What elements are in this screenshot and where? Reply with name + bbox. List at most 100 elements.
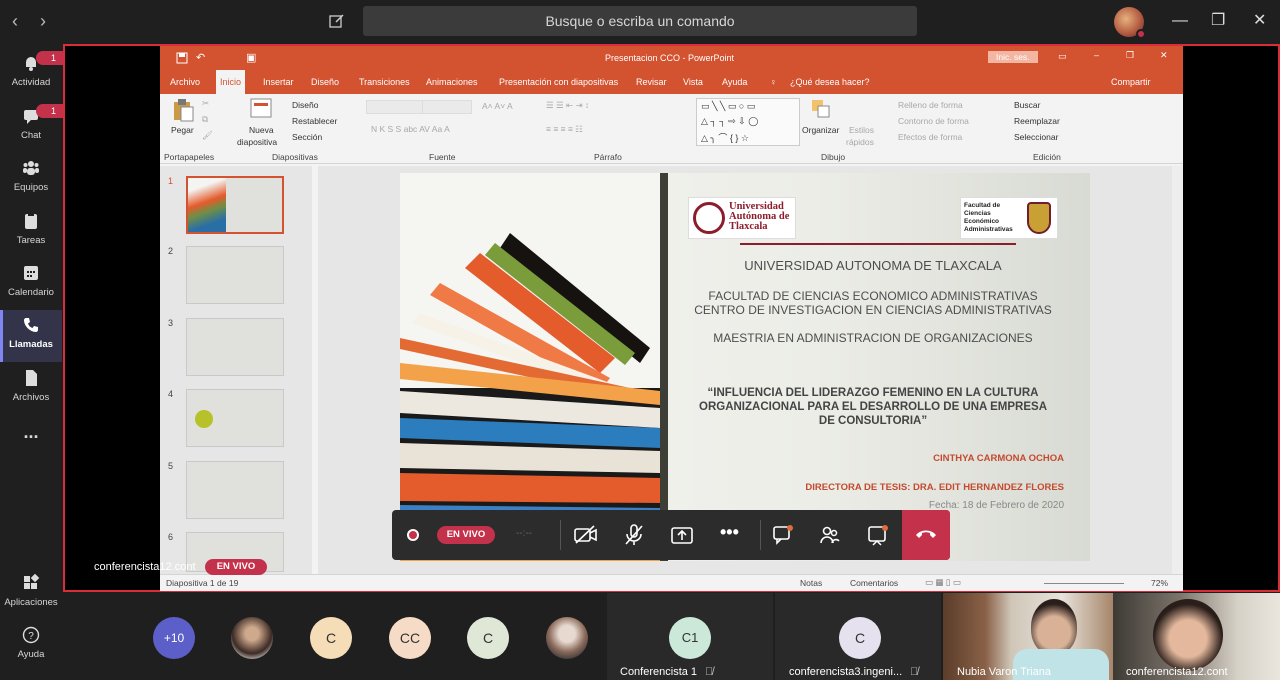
sign-in-button[interactable]: Inic. ses. [988, 51, 1038, 63]
record-button[interactable] [392, 510, 440, 560]
present-icon[interactable]: ▣ [246, 51, 256, 64]
slide-thumbnail[interactable] [186, 246, 284, 304]
ppt-minimize-icon[interactable]: – [1094, 50, 1099, 60]
compose-icon[interactable] [328, 12, 346, 30]
hang-up-button[interactable] [902, 510, 950, 560]
comments-button[interactable]: Comentarios [850, 578, 898, 588]
ppt-restore-icon[interactable]: ❐ [1126, 50, 1134, 61]
select-button[interactable]: Seleccionar [1014, 132, 1058, 142]
participant-avatar[interactable]: CC [389, 617, 431, 659]
rail-item-tareas[interactable]: Tareas [0, 206, 62, 258]
slide-thumbnail[interactable] [186, 389, 284, 447]
shape-effects-button[interactable]: Efectos de forma [898, 132, 962, 142]
participants-button[interactable] [806, 510, 854, 560]
arrange-label[interactable]: Organizar [802, 125, 839, 135]
ppt-close-icon[interactable]: ✕ [1160, 50, 1168, 61]
tab-animaciones[interactable]: Animaciones [426, 70, 478, 94]
tell-me-input[interactable]: ¿Qué desea hacer? [790, 70, 870, 94]
tab-diseno[interactable]: Diseño [311, 70, 339, 94]
rail-item-ayuda[interactable]: ? Ayuda [0, 620, 62, 672]
camera-off-icon [574, 525, 597, 544]
reset-button[interactable]: Restablecer [292, 116, 337, 126]
breakout-button[interactable] [854, 510, 902, 560]
paste-icon[interactable] [172, 98, 194, 122]
close-icon[interactable]: ✕ [1253, 12, 1266, 30]
shape-outline-button[interactable]: Contorno de forma [898, 116, 969, 126]
new-slide-label-1[interactable]: Nueva [249, 125, 274, 135]
back-icon[interactable]: ‹ [12, 12, 18, 30]
participant-avatar[interactable]: C [310, 617, 352, 659]
replace-button[interactable]: Reemplazar [1014, 116, 1060, 126]
zoom-level[interactable]: 72% [1151, 578, 1168, 588]
participant-avatar[interactable] [231, 617, 273, 659]
chat-button[interactable] [758, 510, 806, 560]
cut-icon[interactable]: ✂ [202, 98, 209, 109]
tab-vista[interactable]: Vista [683, 70, 703, 94]
quick-styles-label-1[interactable]: Estilos [849, 125, 874, 135]
participant-video-tile[interactable]: Nubia Varon Triana [943, 593, 1113, 680]
save-icon[interactable] [176, 52, 188, 64]
more-participants-button[interactable]: +10 [153, 617, 195, 659]
restore-icon[interactable]: ❐ [1211, 12, 1225, 30]
more-apps-icon[interactable]: ... [0, 422, 62, 474]
align-icon[interactable]: ≡ ≡ ≡ ≡ ☷ [546, 124, 583, 135]
tab-inicio[interactable]: Inicio [216, 70, 246, 94]
share-button[interactable]: Compartir [1111, 70, 1151, 94]
slide-thumbnail[interactable] [186, 461, 284, 519]
tab-revisar[interactable]: Revisar [636, 70, 667, 94]
rail-item-calendario[interactable]: Calendario [0, 258, 62, 310]
forward-icon[interactable]: › [40, 12, 46, 30]
participant-tile[interactable]: C conferencista3.ingeni... 🎙̸ [775, 593, 941, 680]
participant-avatar[interactable] [546, 617, 588, 659]
rail-item-archivos[interactable]: Archivos [0, 363, 62, 415]
tab-archivo[interactable]: Archivo [170, 70, 200, 94]
find-button[interactable]: Buscar [1014, 100, 1040, 110]
participant-avatar: C [839, 617, 881, 659]
participant-avatar: C1 [669, 617, 711, 659]
new-slide-label-2[interactable]: diapositiva [237, 137, 277, 147]
tab-presentacion[interactable]: Presentación con diapositivas [499, 70, 618, 94]
slide-thumbnail[interactable] [186, 318, 284, 376]
ribbon-display-icon[interactable]: ▭ [1058, 51, 1067, 62]
camera-toggle-button[interactable] [562, 510, 610, 560]
zoom-slider[interactable] [1044, 583, 1124, 584]
rail-item-actividad[interactable]: 1 Actividad [0, 48, 71, 100]
rail-item-llamadas[interactable]: Llamadas [0, 310, 62, 362]
current-slide[interactable]: Universidad Autónoma de Tlaxcala Faculta… [400, 173, 1090, 561]
rail-item-chat[interactable]: 1 Chat [0, 101, 71, 153]
view-buttons[interactable]: ▭ ▦ ▯ ▭ [925, 577, 961, 588]
shape-fill-button[interactable]: Relleno de forma [898, 100, 963, 110]
tab-transiciones[interactable]: Transiciones [359, 70, 410, 94]
tab-ayuda[interactable]: Ayuda [722, 70, 747, 94]
command-search-input[interactable]: Busque o escriba un comando [363, 6, 917, 36]
more-actions-button[interactable]: ••• [706, 510, 754, 560]
participant-tile[interactable]: C1 Conferencista 1 🎙̸ [607, 593, 773, 680]
rail-item-equipos[interactable]: Equipos [0, 153, 62, 205]
new-slide-icon[interactable] [250, 98, 272, 120]
shapes-gallery[interactable]: ▭ ╲ ╲ ▭ ○ ▭ △ ┐ ┐ ⇨ ⇩ ◯ △ ╮ ⌒ { } ☆ [696, 98, 800, 146]
font-size-select[interactable] [422, 100, 472, 114]
format-painter-icon[interactable]: 🖌 [202, 130, 213, 141]
participant-avatar[interactable]: C [467, 617, 509, 659]
layout-button[interactable]: Diseño [292, 100, 318, 110]
bullets-icon[interactable]: ☰ ☰ ⇤ ⇥ ↕ [546, 100, 589, 111]
user-avatar[interactable] [1114, 7, 1146, 39]
paste-label[interactable]: Pegar [171, 125, 194, 135]
rail-item-aplicaciones[interactable]: Aplicaciones [0, 568, 62, 620]
mic-toggle-button[interactable] [610, 510, 658, 560]
tab-insertar[interactable]: Insertar [263, 70, 294, 94]
editor-scrollbar[interactable] [1172, 166, 1183, 574]
quick-styles-label-2[interactable]: rápidos [846, 137, 874, 147]
section-button[interactable]: Sección [292, 132, 322, 142]
participant-video-tile[interactable]: conferencista12.cont [1113, 593, 1280, 680]
notes-button[interactable]: Notas [800, 578, 822, 588]
font-grow-icon[interactable]: A˄ A˅ A [482, 101, 513, 111]
ppt-status-bar: Diapositiva 1 de 19 Notas Comentarios ▭ … [160, 574, 1183, 591]
undo-icon[interactable]: ↶ [196, 51, 205, 64]
arrange-icon[interactable] [810, 98, 832, 120]
share-screen-button[interactable] [658, 510, 706, 560]
slide-thumbnail[interactable] [186, 176, 284, 234]
copy-icon[interactable]: ⧉ [202, 114, 208, 125]
minimize-icon[interactable]: — [1172, 12, 1188, 30]
bold-icon[interactable]: N K S S abc AV Aa A [371, 124, 450, 134]
